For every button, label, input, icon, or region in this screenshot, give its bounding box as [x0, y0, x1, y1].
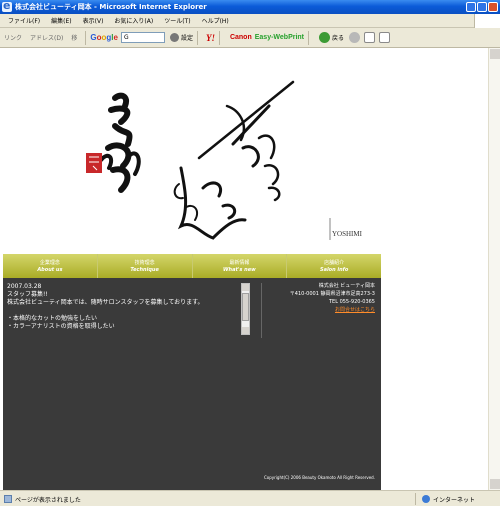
status-text: ページが表示されました	[15, 497, 81, 504]
stop-icon[interactable]	[364, 32, 376, 43]
nav-salon-info[interactable]: 店舗紹介 Salon info	[287, 254, 381, 278]
page-icon	[4, 495, 12, 503]
brand-mark: YOSHIMI	[332, 230, 363, 238]
website: YOSHIMI 企業理念 About us 技術理念 Technique 最新情…	[3, 48, 381, 490]
status-bar: ページが表示されました インターネット	[0, 490, 500, 506]
menu-bar: ファイル(F) 編集(E) 表示(V) お気に入り(A) ツール(T) ヘルプ(…	[0, 14, 500, 28]
ie-icon	[2, 0, 12, 12]
google-search-input[interactable]: G	[120, 32, 165, 43]
zone-text: インターネット	[433, 497, 476, 504]
news-line	[7, 307, 247, 315]
site-navigation: 企業理念 About us 技術理念 Technique 最新情報 What's…	[3, 254, 381, 278]
canon-logo: Canon	[229, 34, 252, 41]
contact-link[interactable]: お問合せはこちら	[257, 306, 375, 314]
menu-favorites[interactable]: お気に入り(A)	[114, 16, 153, 25]
news-date: 2007.03.28	[7, 283, 42, 290]
nav-jp-label: 企業理念	[39, 260, 60, 266]
company-tel: TEL 055-920-0365	[328, 299, 375, 305]
address-label[interactable]: アドレス(D)	[30, 33, 63, 42]
maximize-icon[interactable]	[477, 2, 487, 12]
yahoo-button[interactable]: Y!	[206, 33, 215, 43]
scroll-thumb[interactable]	[242, 293, 249, 321]
go-label[interactable]: 移	[71, 33, 77, 42]
calligraphy-artwork: YOSHIMI	[86, 80, 363, 240]
window-titlebar[interactable]: 株式会社ビューティ岡本 - Microsoft Internet Explore…	[0, 0, 500, 14]
nav-technique[interactable]: 技術理念 Technique	[98, 254, 193, 278]
nav-en-label: What's new	[223, 267, 256, 273]
info-panel: 2007.03.28 スタッフ募集!! 株式会社ビューティ岡本では、随時サロンス…	[3, 278, 381, 490]
toolbar-separator	[308, 30, 310, 45]
company-name: 株式会社 ビューティ岡本	[318, 283, 375, 289]
links-label[interactable]: リンク	[4, 33, 22, 42]
menu-edit[interactable]: 編集(E)	[51, 16, 71, 25]
toolbar: リンク アドレス(D) 移 Google G 設定 Y! Canon Easy-…	[0, 28, 500, 48]
scroll-down-icon[interactable]	[490, 479, 500, 489]
company-info: 株式会社 ビューティ岡本 〒410-0001 静岡県沼津市足高273-3 TEL…	[257, 282, 375, 314]
globe-icon	[422, 495, 430, 503]
toolbar-separator	[218, 30, 220, 45]
settings-button[interactable]: 設定	[169, 33, 193, 42]
nav-en-label: Technique	[130, 267, 159, 273]
google-logo: Google	[90, 33, 118, 42]
scroll-up-icon[interactable]	[490, 49, 500, 59]
nav-about-us[interactable]: 企業理念 About us	[3, 254, 98, 278]
scroll-down-icon[interactable]	[242, 327, 249, 334]
red-seal-icon	[86, 153, 102, 173]
security-zone: インターネット	[415, 493, 500, 505]
menu-view[interactable]: 表示(V)	[83, 16, 104, 25]
browser-viewport: YOSHIMI 企業理念 About us 技術理念 Technique 最新情…	[0, 48, 500, 490]
company-address: 〒410-0001 静岡県沼津市足高273-3	[289, 291, 375, 297]
menu-tools[interactable]: ツール(T)	[164, 16, 190, 25]
refresh-icon[interactable]	[379, 32, 391, 43]
nav-en-label: About us	[37, 267, 63, 273]
close-icon[interactable]	[488, 2, 498, 12]
settings-label: 設定	[180, 35, 193, 42]
menu-file[interactable]: ファイル(F)	[8, 16, 40, 25]
back-arrow-icon[interactable]	[319, 32, 331, 43]
nav-jp-label: 最新情報	[229, 260, 250, 266]
minimize-icon[interactable]	[466, 2, 476, 12]
window-title: 株式会社ビューティ岡本 - Microsoft Internet Explore…	[15, 3, 207, 11]
news-box[interactable]: 2007.03.28 スタッフ募集!! 株式会社ビューティ岡本では、随時サロンス…	[7, 283, 247, 335]
hero-calligraphy: YOSHIMI	[3, 48, 381, 254]
page-scrollbar[interactable]	[488, 48, 500, 490]
news-scrollbar[interactable]	[241, 283, 250, 335]
gear-icon	[169, 33, 179, 42]
scroll-up-icon[interactable]	[242, 284, 249, 291]
window-controls	[466, 2, 498, 12]
nav-whats-new[interactable]: 最新情報 What's new	[193, 254, 288, 278]
news-line: 株式会社ビューティ岡本では、随時サロンスタッフを募集しております。	[7, 299, 204, 306]
nav-jp-label: 技術理念	[134, 260, 155, 266]
toolbar-separator	[196, 30, 198, 45]
back-label[interactable]: 戻る	[332, 33, 344, 42]
copyright-text: Copyright(C) 2006 Beauty Okamoto All Rig…	[264, 475, 375, 480]
toolbar-separator	[85, 30, 87, 45]
news-line: ・本格的なカットの勉強をしたい	[7, 315, 98, 322]
news-heading: スタッフ募集!!	[7, 291, 48, 298]
news-line: ・カラーアナリストの資格を取得したい	[7, 323, 115, 330]
nav-jp-label: 店舗紹介	[324, 260, 345, 266]
menu-help[interactable]: ヘルプ(H)	[202, 16, 229, 25]
nav-en-label: Salon info	[319, 267, 349, 273]
forward-arrow-icon[interactable]	[349, 32, 361, 43]
windows-logo	[474, 14, 500, 28]
easy-webprint-button[interactable]: Easy-WebPrint	[255, 34, 304, 41]
